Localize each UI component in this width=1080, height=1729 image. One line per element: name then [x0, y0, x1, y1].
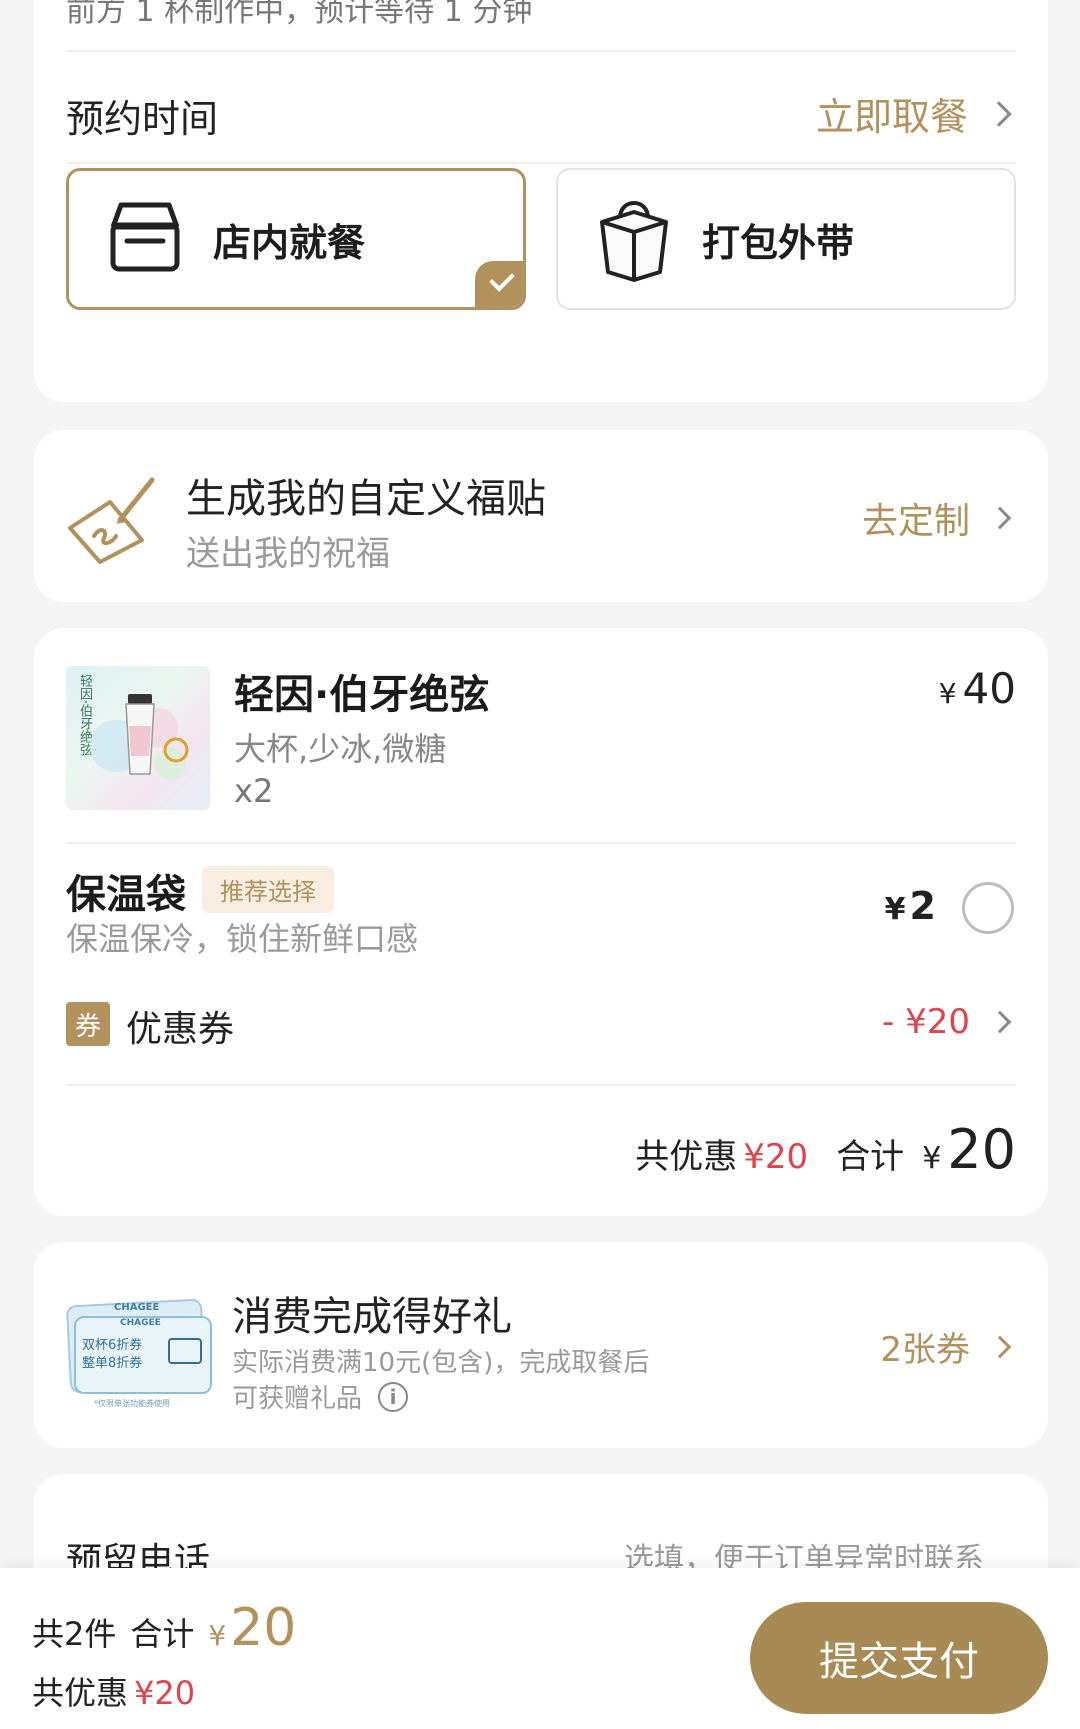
chevron-right-icon	[988, 1335, 1012, 1358]
addon-desc: 保温保冷，锁住新鲜口感	[66, 920, 419, 958]
gift-card[interactable]: CHAGEE CHAGEE 双杯6折券 整单8折券 *仅限单张功能券使用 消费完…	[34, 1242, 1048, 1448]
gift-title: 消费完成得好礼	[232, 1294, 512, 1340]
brush-paper-icon	[64, 470, 160, 570]
recommended-tag: 推荐选择	[202, 866, 334, 913]
pickup-card: 前方 1 杯制作中，预计等待 1 分钟 预约时间 立即取餐 店内就餐 打包外带	[34, 0, 1048, 402]
addon-select-radio[interactable]	[962, 882, 1014, 934]
bottom-discount-value: ¥20	[134, 1674, 196, 1712]
divider	[66, 842, 1016, 844]
pickup-time-value: 立即取餐	[815, 95, 968, 139]
submit-payment-button[interactable]: 提交支付	[750, 1602, 1048, 1714]
selected-check-icon	[475, 261, 523, 307]
summary-total-value: 20	[947, 1118, 1016, 1181]
chevron-right-icon	[986, 100, 1012, 127]
chevron-right-icon	[988, 506, 1012, 530]
coupon-illustration: CHAGEE CHAGEE 双杯6折券 整单8折券 *仅限单张功能券使用	[64, 1298, 214, 1412]
bottom-discount-label: 共优惠	[32, 1674, 129, 1712]
cart-card: 轻因·伯牙绝弦 轻因·伯牙绝弦 大杯,少冰,微糖 x2 ¥ 40 保温袋 推荐选…	[34, 628, 1048, 1216]
product-price: ¥ 40	[938, 664, 1016, 713]
product-specs: 大杯,少冰,微糖	[234, 730, 447, 768]
summary-discount-value: ¥20	[743, 1137, 809, 1177]
summary-discount-label: 共优惠	[635, 1137, 738, 1177]
customize-link[interactable]: 去定制	[862, 492, 970, 544]
coupon-value: - ¥20	[882, 1002, 970, 1042]
pickup-time-label: 预约时间	[66, 97, 219, 141]
bottom-count: 共2件	[32, 1615, 117, 1653]
checkout-bar: 共2件 合计 ¥ 20 共优惠 ¥20 提交支付	[0, 1568, 1080, 1729]
coupon-badge: 券	[66, 1002, 110, 1046]
chevron-right-icon	[988, 1010, 1012, 1034]
takeout-label: 打包外带	[702, 220, 855, 265]
bottom-discount: 共优惠 ¥20	[32, 1668, 195, 1714]
queue-status-text: 前方 1 杯制作中，预计等待 1 分钟	[66, 0, 533, 29]
coupon-row[interactable]: 券 优惠券 - ¥20	[34, 988, 1048, 1060]
gift-desc-line2: 可获赠礼品	[232, 1384, 363, 1414]
addon-price: ¥ 2	[884, 884, 936, 928]
divider	[66, 1084, 1016, 1086]
takeout-box-icon	[594, 192, 674, 286]
product-qty: x2	[234, 772, 274, 810]
pickup-time-row[interactable]: 预约时间 立即取餐	[34, 52, 1048, 162]
gift-desc-line1: 实际消费满10元(包含)，完成取餐后	[232, 1348, 650, 1378]
bottom-total: 共2件 合计 ¥ 20	[32, 1598, 297, 1658]
summary-total-label: 合计	[836, 1137, 905, 1177]
cup-illustration	[90, 694, 189, 780]
addon-name: 保温袋	[66, 872, 186, 918]
product-name: 轻因·伯牙绝弦	[234, 672, 490, 718]
takeout-option[interactable]: 打包外带	[556, 168, 1016, 310]
custom-sticker-card[interactable]: 生成我的自定义福贴 送出我的祝福 去定制	[34, 430, 1048, 602]
store-icon	[105, 197, 185, 281]
bottom-total-label: 合计	[130, 1615, 195, 1653]
info-icon[interactable]: i	[378, 1381, 409, 1412]
dine-in-option[interactable]: 店内就餐	[66, 168, 526, 310]
divider	[66, 162, 1016, 164]
sticker-title: 生成我的自定义福贴	[186, 476, 546, 522]
sticker-subtitle: 送出我的祝福	[186, 534, 390, 574]
bottom-total-value: 20	[230, 1598, 297, 1658]
order-summary: 共优惠 ¥20 合计 ¥ 20	[635, 1118, 1016, 1181]
dine-in-label: 店内就餐	[213, 220, 366, 265]
gift-coupon-count: 2张券	[880, 1330, 970, 1370]
product-thumbnail: 轻因·伯牙绝弦	[66, 666, 210, 810]
coupon-label: 优惠券	[126, 1009, 235, 1050]
